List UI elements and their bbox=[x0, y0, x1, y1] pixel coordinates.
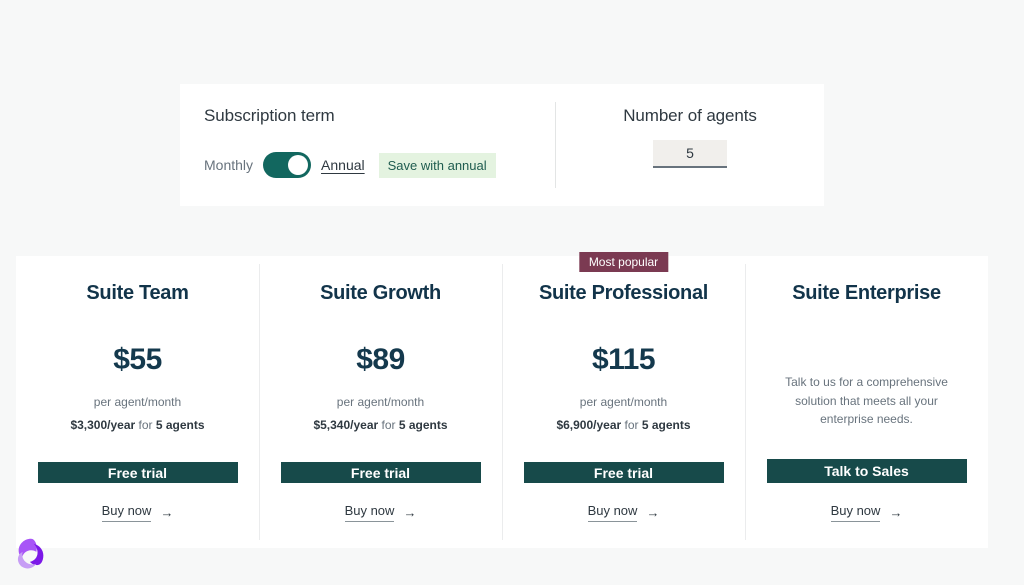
plan-price-period: per agent/month bbox=[579, 395, 668, 409]
plan-name: Suite Growth bbox=[320, 282, 441, 304]
arrow-right-icon: → bbox=[160, 505, 174, 520]
plan-card-suite-team: Suite Team $55 per agent/month $3,300/ye… bbox=[16, 256, 259, 548]
plan-annual-agents: 5 agents bbox=[155, 418, 205, 432]
subscription-term-section: Subscription term Monthly Annual Save wi… bbox=[180, 84, 555, 206]
buy-now-link[interactable]: Buy now → bbox=[344, 503, 417, 522]
plan-annual-mid: for bbox=[621, 418, 642, 432]
plan-annual-mid: for bbox=[135, 418, 156, 432]
number-of-agents-title: Number of agents bbox=[623, 106, 757, 125]
plan-annual-amount: $6,900/year bbox=[556, 418, 622, 432]
buy-now-link[interactable]: Buy now → bbox=[587, 503, 660, 522]
buy-now-label: Buy now bbox=[830, 503, 881, 522]
plan-card-suite-enterprise: Suite Enterprise Talk to us for a compre… bbox=[745, 256, 988, 548]
toggle-knob bbox=[288, 155, 309, 175]
free-trial-button[interactable]: Free trial bbox=[280, 462, 481, 483]
plan-annual-mid: for bbox=[378, 418, 399, 432]
plan-annual-agents: 5 agents bbox=[641, 418, 691, 432]
free-trial-button[interactable]: Free trial bbox=[37, 462, 238, 483]
most-popular-badge: Most popular bbox=[578, 252, 669, 272]
plan-card-suite-professional: Most popular Suite Professional $115 per… bbox=[502, 252, 745, 548]
arrow-right-icon: → bbox=[646, 505, 660, 520]
buy-now-label: Buy now bbox=[344, 503, 395, 522]
save-with-annual-badge: Save with annual bbox=[378, 152, 496, 178]
free-trial-button[interactable]: Free trial bbox=[523, 462, 724, 483]
buy-now-link[interactable]: Buy now → bbox=[101, 503, 174, 522]
agents-count-input[interactable]: 5 bbox=[653, 140, 727, 168]
plan-annual-amount: $3,300/year bbox=[70, 418, 136, 432]
subscription-term-controls: Monthly Annual Save with annual bbox=[204, 152, 555, 178]
number-of-agents-section: Number of agents 5 bbox=[556, 84, 824, 206]
talk-to-sales-button[interactable]: Talk to Sales bbox=[766, 458, 967, 483]
plan-name: Suite Enterprise bbox=[792, 282, 941, 304]
plan-card-suite-growth: Suite Growth $89 per agent/month $5,340/… bbox=[259, 256, 502, 548]
arrow-right-icon: → bbox=[403, 505, 417, 520]
plan-price-period: per agent/month bbox=[93, 395, 182, 409]
plan-description: Talk to us for a comprehensive solution … bbox=[785, 375, 948, 427]
annual-label[interactable]: Annual bbox=[321, 157, 365, 173]
buy-now-label: Buy now bbox=[587, 503, 638, 522]
plan-price-period: per agent/month bbox=[336, 395, 425, 409]
plan-name: Suite Team bbox=[86, 282, 189, 304]
plan-annual-total: $5,340/year for 5 agents bbox=[313, 418, 447, 432]
plan-price: $89 bbox=[356, 343, 405, 376]
pricing-plans-container: Suite Team $55 per agent/month $3,300/ye… bbox=[16, 252, 988, 548]
configurator-panel: Subscription term Monthly Annual Save wi… bbox=[180, 84, 824, 206]
monthly-label[interactable]: Monthly bbox=[204, 157, 253, 173]
plan-price: $115 bbox=[591, 343, 656, 376]
brand-logo-icon bbox=[12, 535, 50, 573]
buy-now-label: Buy now bbox=[101, 503, 152, 522]
plan-annual-total: $3,300/year for 5 agents bbox=[70, 418, 204, 432]
arrow-right-icon: → bbox=[889, 505, 903, 520]
plan-annual-agents: 5 agents bbox=[398, 418, 448, 432]
billing-term-toggle[interactable] bbox=[263, 152, 312, 178]
plan-price: $55 bbox=[113, 343, 162, 376]
buy-now-link[interactable]: Buy now → bbox=[830, 503, 903, 522]
plan-annual-amount: $5,340/year bbox=[313, 418, 379, 432]
plan-name: Suite Professional bbox=[538, 282, 709, 304]
plan-annual-total: $6,900/year for 5 agents bbox=[556, 418, 690, 432]
subscription-term-title: Subscription term bbox=[204, 106, 335, 125]
